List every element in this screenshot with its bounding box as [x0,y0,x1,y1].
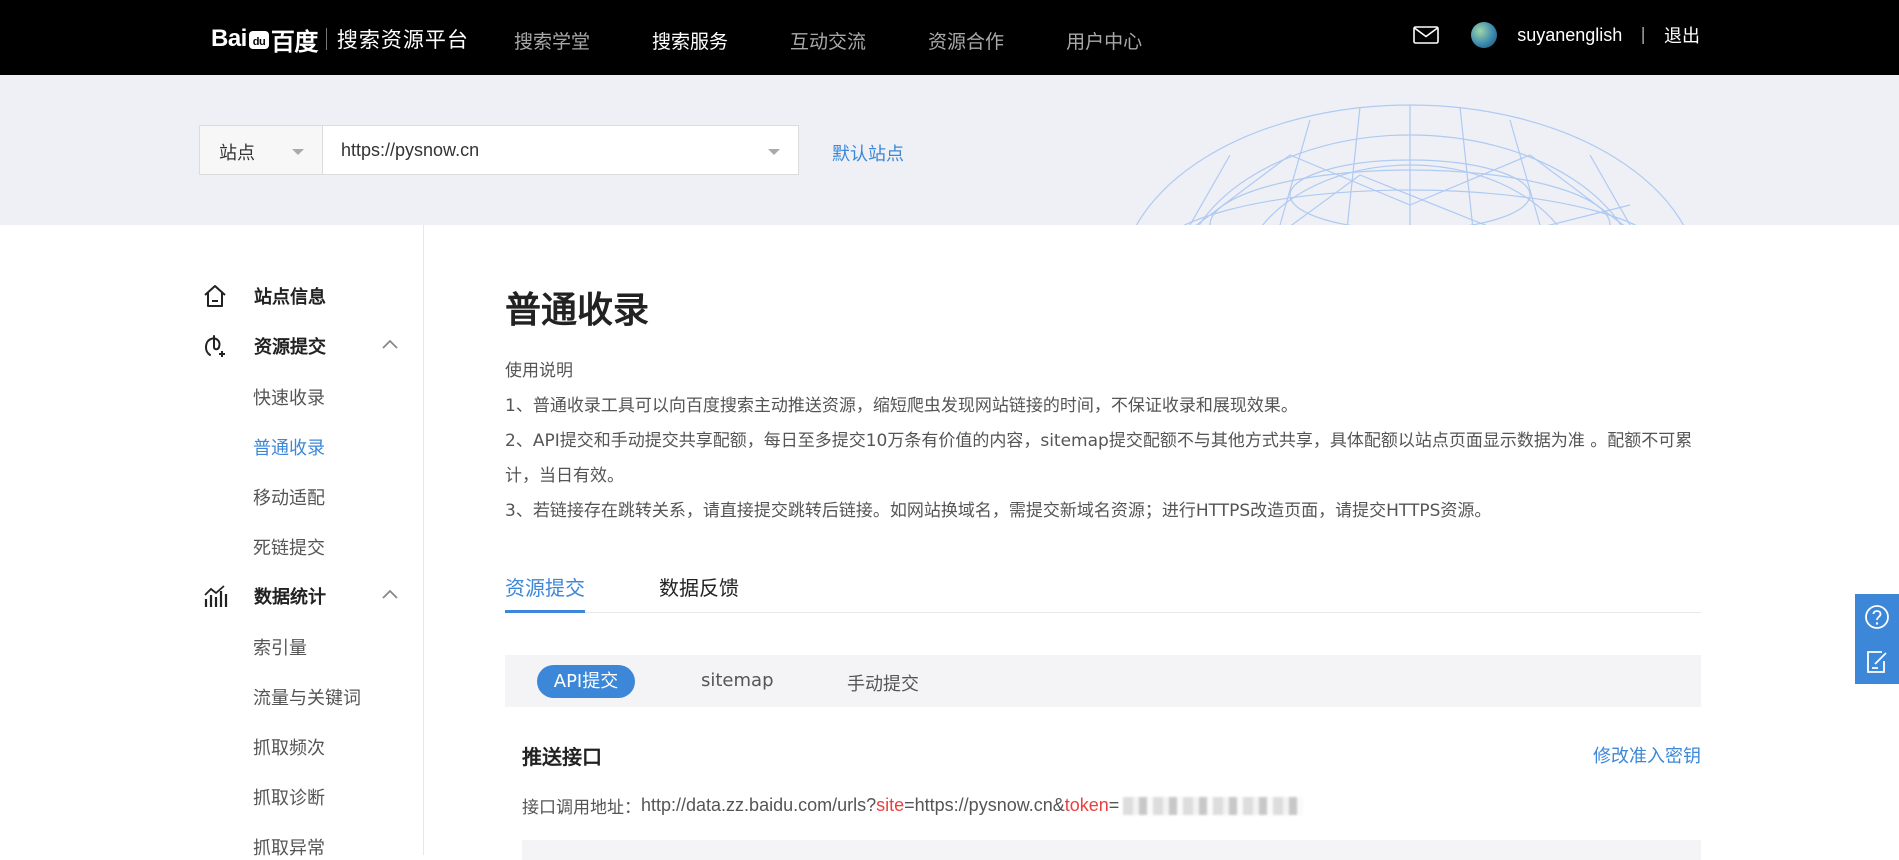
site-url-value: https://pysnow.cn [341,140,480,160]
endpoint-token-key: token [1064,795,1109,815]
sidebar-item-site-info[interactable]: 站点信息 [202,283,402,309]
chevron-down-icon [768,149,780,155]
sidebar-item-traffic-keywords[interactable]: 流量与关键词 [253,684,361,710]
endpoint-site-key: site [876,795,905,815]
push-api-title: 推送接口 [522,745,602,769]
logo-text-cn: 百度 [270,28,319,56]
site-type-select[interactable]: 站点 [199,125,323,175]
edit-icon [1867,650,1887,673]
modify-key-link[interactable]: 修改准入密钥 [1593,742,1701,768]
tab-resource-submit[interactable]: 资源提交 [505,572,585,601]
site-type-value: 站点 [219,143,255,164]
redacted-token [1123,796,1304,815]
chevron-up-icon[interactable] [382,339,398,349]
sidebar-item-fast-index[interactable]: 快速收录 [253,384,325,410]
api-endpoint: 接口调用地址： http://data.zz.baidu.com/urls?si… [522,793,1304,818]
sidebar-item-resource-submit[interactable]: 资源提交 [202,333,402,359]
main-nav: 搜索学堂 搜索服务 互动交流 资源合作 用户中心 [514,27,1204,54]
tab-bar: 资源提交 数据反馈 [505,572,1701,613]
sidebar-item-deadlink[interactable]: 死链提交 [253,534,325,560]
logout-link[interactable]: 退出 [1664,22,1700,48]
usage-line: 1、普通收录工具可以向百度搜索主动推送资源，缩短爬虫发现网站链接的时间，不保证收… [505,396,1298,416]
usage-line: 3、若链接存在跳转关系，请直接提交跳转后链接。如网站换域名，需提交新域名资源；进… [505,501,1492,521]
nav-interaction[interactable]: 互动交流 [790,27,866,54]
chevron-down-icon [292,149,304,155]
sidebar-item-label: 资源提交 [254,337,326,358]
chevron-up-icon[interactable] [382,589,398,599]
sidebar-item-data-stats[interactable]: 数据统计 [202,583,402,609]
page-title: 普通收录 [505,290,650,331]
sidebar-item-crawl-errors[interactable]: 抓取异常 [253,834,325,860]
paw-icon: du [248,28,270,50]
feedback-button[interactable] [1855,639,1899,684]
endpoint-site-value: =https://pysnow.cn& [904,795,1065,815]
logo-text: Bai [211,25,247,52]
site-url-select[interactable]: https://pysnow.cn [322,125,799,175]
usage-instructions: 使用说明 1、普通收录工具可以向百度搜索主动推送资源，缩短爬虫发现网站链接的时间… [505,354,1701,529]
endpoint-token-value: = [1108,795,1120,815]
svg-text:du: du [253,36,265,48]
code-example-box [522,840,1701,860]
avatar[interactable] [1471,22,1498,48]
usage-line: 2、API提交和手动提交共享配额，每日至多提交10万条有价值的内容，sitema… [505,431,1693,486]
user-divider: | [1640,25,1646,45]
username[interactable]: suyanenglish [1517,25,1622,46]
sidebar-item-crawl-frequency[interactable]: 抓取频次 [253,734,325,760]
logo-divider [325,28,327,50]
nav-search-service[interactable]: 搜索服务 [652,27,728,54]
sidebar: 站点信息 资源提交 快速收录 普通收录 移动适配 死链提交 数据统计 索引量 流… [0,225,424,859]
user-area: suyanenglish | 退出 [1413,22,1700,48]
nav-user-center[interactable]: 用户中心 [1066,27,1142,54]
globe-graphic [1135,104,1685,225]
baidu-logo[interactable]: Bai du 百度 搜索资源平台 [211,24,469,56]
sidebar-item-label: 数据统计 [254,587,326,608]
submit-method-tabs: API提交 sitemap 手动提交 [505,655,1701,707]
site-banner: 站点 https://pysnow.cn 默认站点 [0,75,1899,225]
floating-toolbar [1855,594,1899,684]
sidebar-item-index-volume[interactable]: 索引量 [253,634,307,660]
active-tab-indicator [505,610,585,613]
sidebar-item-mobile-adapt[interactable]: 移动适配 [253,484,325,510]
subtab-sitemap[interactable]: sitemap [701,670,774,691]
mail-icon[interactable] [1413,26,1439,44]
question-icon [1865,604,1889,629]
sidebar-item-label: 站点信息 [254,287,326,308]
sidebar-item-normal-index[interactable]: 普通收录 [253,434,325,460]
default-site-link[interactable]: 默认站点 [832,140,904,166]
nav-search-school[interactable]: 搜索学堂 [514,27,590,54]
sidebar-item-crawl-diagnosis[interactable]: 抓取诊断 [253,784,325,810]
usage-title: 使用说明 [505,361,573,381]
subtab-api[interactable]: API提交 [537,665,635,698]
help-button[interactable] [1855,594,1899,639]
platform-name: 搜索资源平台 [336,28,469,52]
chart-icon [204,585,228,607]
subtab-manual[interactable]: 手动提交 [847,670,919,696]
endpoint-label: 接口调用地址： [522,798,641,818]
endpoint-prefix: http://data.zz.baidu.com/urls? [641,795,877,815]
tab-data-feedback[interactable]: 数据反馈 [659,572,739,601]
top-navbar: Bai du 百度 搜索资源平台 搜索学堂 搜索服务 互动交流 资源合作 用户中… [0,0,1899,75]
endpoint-url[interactable]: http://data.zz.baidu.com/urls?site=https… [641,795,1119,816]
home-icon [204,285,226,307]
resource-submit-icon [205,335,225,357]
nav-resource-cooperation[interactable]: 资源合作 [928,27,1004,54]
